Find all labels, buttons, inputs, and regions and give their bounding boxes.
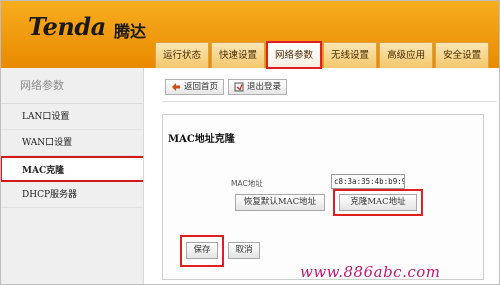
sidebar-title: 网络参数 xyxy=(0,68,143,104)
home-button-label: 返回首页 xyxy=(184,82,219,92)
header-bar: Tenda 腾达 运行状态 快速设置 网络参数 无线设置 高级应用 安全设置 xyxy=(0,0,500,69)
sidebar-item-wan[interactable]: WAN口设置 xyxy=(0,130,143,156)
logout-button-label: 退出登录 xyxy=(247,82,282,92)
home-button[interactable]: 返回首页 xyxy=(165,79,225,95)
main-content: 返回首页 退出登录 MAC地址克隆 MAC地址 恢复默认MAC地址 克隆MAC地… xyxy=(150,68,500,285)
tab-wireless[interactable]: 无线设置 xyxy=(323,42,378,68)
cancel-button[interactable]: 取消 xyxy=(228,242,260,259)
tab-advanced[interactable]: 高级应用 xyxy=(379,42,434,68)
toolbar-divider xyxy=(162,101,497,102)
sidebar-item-mac-clone[interactable]: MAC克隆 xyxy=(0,156,143,182)
tenda-logo-cn: 腾达 xyxy=(114,22,147,41)
mac-clone-panel: MAC地址克隆 MAC地址 恢复默认MAC地址 克隆MAC地址 保存 取消 xyxy=(162,114,484,280)
tab-quick-setup[interactable]: 快速设置 xyxy=(211,42,266,68)
watermark: www.886abc.com xyxy=(300,263,441,281)
logout-icon xyxy=(234,82,244,92)
top-nav-tabs: 运行状态 快速设置 网络参数 无线设置 高级应用 安全设置 xyxy=(155,41,490,69)
mac-address-input[interactable] xyxy=(331,174,405,189)
sidebar: 网络参数 LAN口设置 WAN口设置 MAC克隆 DHCP服务器 xyxy=(0,68,144,285)
logout-button[interactable]: 退出登录 xyxy=(228,79,288,95)
clone-highlight-box xyxy=(333,189,423,216)
tab-security[interactable]: 安全设置 xyxy=(435,42,490,68)
section-title: MAC地址克隆 xyxy=(168,134,235,145)
home-arrow-icon xyxy=(171,82,181,92)
tab-network-params[interactable]: 网络参数 xyxy=(266,41,323,69)
save-highlight-box xyxy=(180,235,224,267)
restore-default-mac-button[interactable]: 恢复默认MAC地址 xyxy=(235,194,325,211)
sidebar-item-dhcp[interactable]: DHCP服务器 xyxy=(0,182,143,208)
tab-status[interactable]: 运行状态 xyxy=(155,42,210,68)
sidebar-item-lan[interactable]: LAN口设置 xyxy=(0,104,143,130)
mac-address-label: MAC地址 xyxy=(231,179,263,188)
toolbar: 返回首页 退出登录 xyxy=(165,79,288,95)
tenda-logo: Tenda xyxy=(28,12,106,41)
